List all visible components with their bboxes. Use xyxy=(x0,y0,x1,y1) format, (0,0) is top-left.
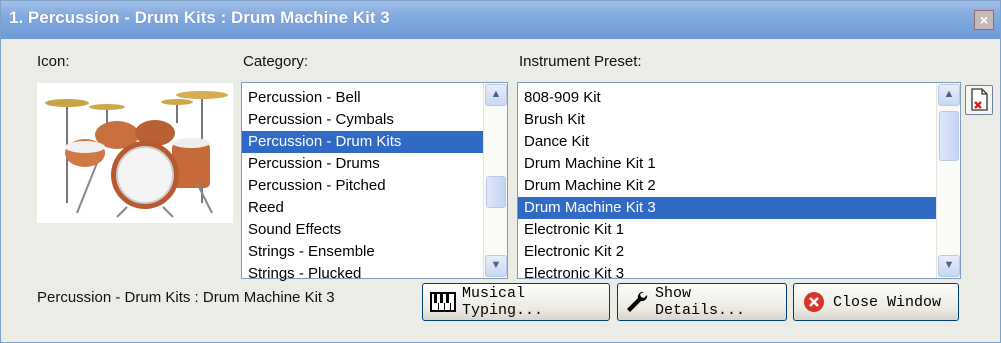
category-label: Category: xyxy=(243,53,309,70)
title-bar[interactable]: 1. Percussion - Drum Kits : Drum Machine… xyxy=(1,1,1000,39)
preset-listbox[interactable]: 808-909 Kit Brush Kit Dance Kit Drum Mac… xyxy=(517,82,961,282)
category-item-percussion-pitched[interactable]: Percussion - Pitched xyxy=(242,175,483,197)
preset-item-drum-machine-kit-1[interactable]: Drum Machine Kit 1 xyxy=(518,153,936,175)
preset-item-808-909-kit[interactable]: 808-909 Kit xyxy=(518,87,936,109)
preset-item-electronic-kit-1[interactable]: Electronic Kit 1 xyxy=(518,219,936,241)
instrument-preset-label: Instrument Preset: xyxy=(519,53,642,70)
category-item-strings-plucked[interactable]: Strings - Plucked xyxy=(242,263,483,285)
musical-typing-button[interactable]: Musical Typing... xyxy=(422,283,610,321)
category-item-percussion-drums[interactable]: Percussion - Drums xyxy=(242,153,483,175)
instrument-window: 1. Percussion - Drum Kits : Drum Machine… xyxy=(0,0,1001,343)
category-item-sound-effects[interactable]: Sound Effects xyxy=(242,219,483,241)
drum-kit-image xyxy=(37,83,233,223)
wrench-icon xyxy=(625,291,649,313)
category-listbox[interactable]: Percussion - Bell Percussion - Cymbals P… xyxy=(241,82,508,282)
close-window-button[interactable]: Close Window xyxy=(793,283,959,321)
close-glyph: × xyxy=(979,12,989,28)
preset-item-brush-kit[interactable]: Brush Kit xyxy=(518,109,936,131)
delete-file-icon[interactable] xyxy=(965,85,993,115)
show-details-label: Show Details... xyxy=(655,285,746,319)
piano-keyboard-icon xyxy=(430,291,456,313)
category-scrollbar[interactable]: ▲ ▼ xyxy=(483,83,507,278)
preset-item-dance-kit[interactable]: Dance Kit xyxy=(518,131,936,153)
musical-typing-label: Musical Typing... xyxy=(462,285,544,319)
category-item-percussion-drum-kits[interactable]: Percussion - Drum Kits xyxy=(242,131,483,153)
status-text: Percussion - Drum Kits : Drum Machine Ki… xyxy=(37,289,335,306)
category-item-reed[interactable]: Reed xyxy=(242,197,483,219)
preset-scroll-thumb[interactable] xyxy=(939,111,959,161)
scroll-up-icon[interactable]: ▲ xyxy=(938,84,960,106)
close-circle-icon xyxy=(801,291,827,313)
window-title: 1. Percussion - Drum Kits : Drum Machine… xyxy=(9,8,390,27)
preset-item-drum-machine-kit-3[interactable]: Drum Machine Kit 3 xyxy=(518,197,936,219)
category-item-percussion-cymbals[interactable]: Percussion - Cymbals xyxy=(242,109,483,131)
scroll-up-icon[interactable]: ▲ xyxy=(485,84,507,106)
preset-item-electronic-kit-3[interactable]: Electronic Kit 3 xyxy=(518,263,936,285)
preset-scrollbar[interactable]: ▲ ▼ xyxy=(936,83,960,278)
category-scroll-thumb[interactable] xyxy=(486,176,506,208)
scroll-down-icon[interactable]: ▼ xyxy=(938,255,960,277)
preset-list: 808-909 Kit Brush Kit Dance Kit Drum Mac… xyxy=(518,83,936,282)
category-list: Percussion - Bell Percussion - Cymbals P… xyxy=(242,83,483,282)
category-item-strings-ensemble[interactable]: Strings - Ensemble xyxy=(242,241,483,263)
close-window-label: Close Window xyxy=(833,293,942,311)
icon-label: Icon: xyxy=(37,53,70,70)
preset-item-drum-machine-kit-2[interactable]: Drum Machine Kit 2 xyxy=(518,175,936,197)
preset-item-electronic-kit-2[interactable]: Electronic Kit 2 xyxy=(518,241,936,263)
scroll-down-icon[interactable]: ▼ xyxy=(485,255,507,277)
show-details-button[interactable]: Show Details... xyxy=(617,283,787,321)
close-icon[interactable]: × xyxy=(974,10,994,30)
category-item-percussion-bell[interactable]: Percussion - Bell xyxy=(242,87,483,109)
